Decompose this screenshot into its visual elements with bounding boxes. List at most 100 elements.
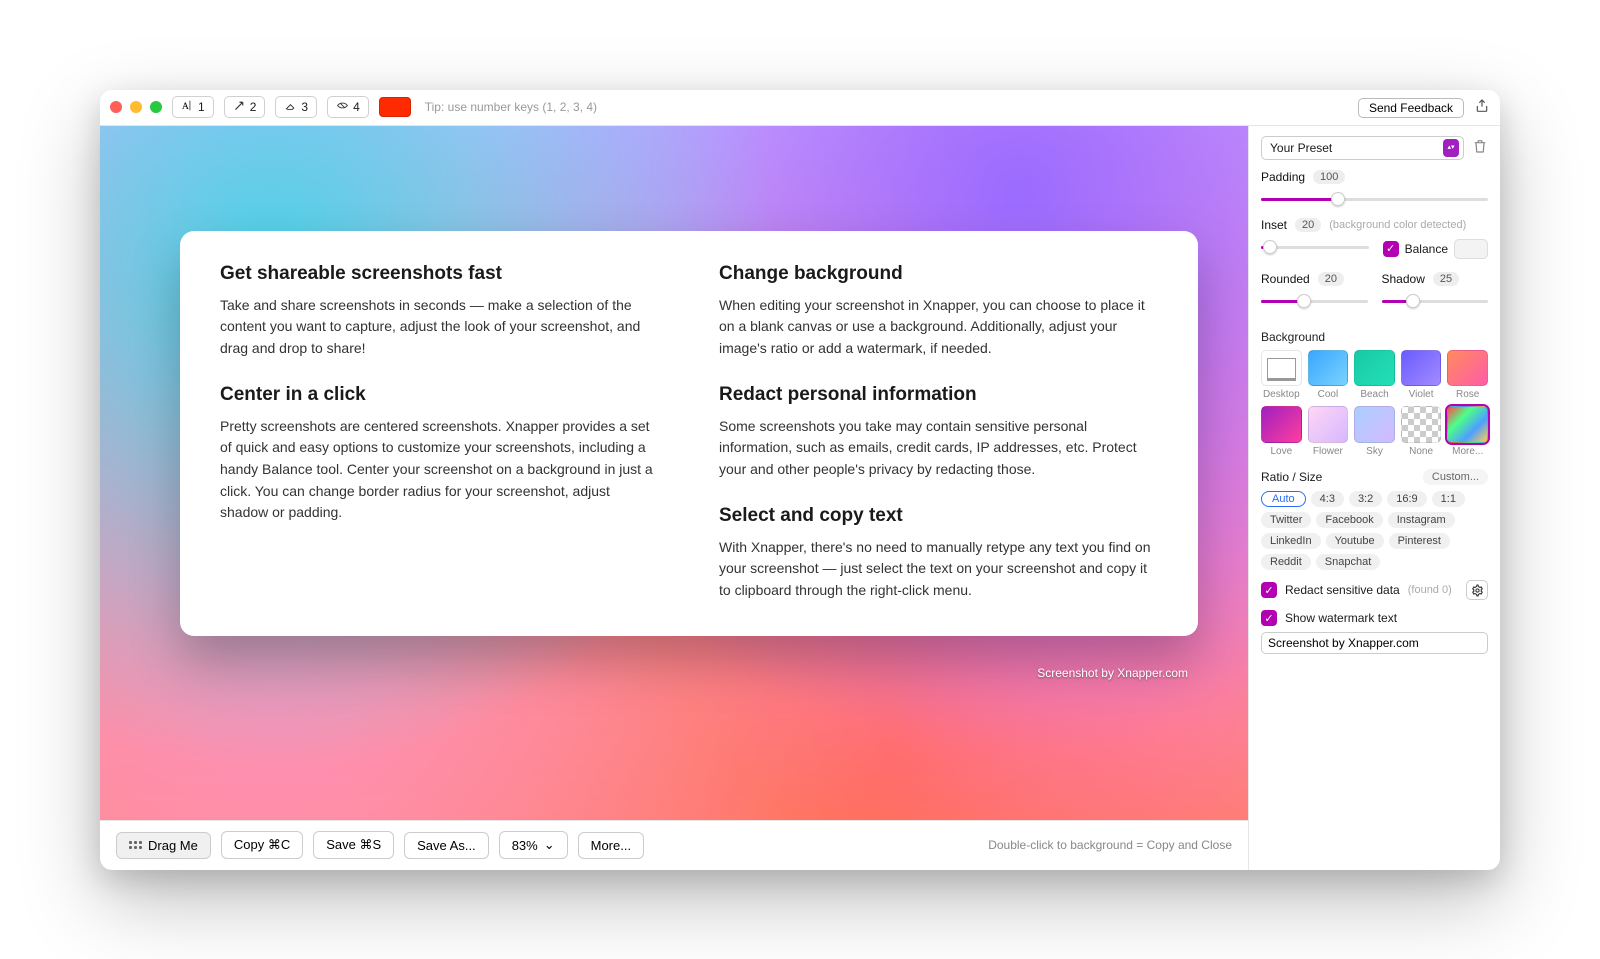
redact-tool-key: 4 [353,100,360,114]
preview-canvas[interactable]: Get shareable screenshots fast Take and … [100,126,1248,820]
send-feedback-button[interactable]: Send Feedback [1358,98,1464,118]
background-option-cool[interactable]: Cool [1308,350,1349,401]
block-title: Change background [719,263,1158,285]
balance-checkbox[interactable]: ✓ [1383,241,1399,257]
block-title: Redact personal information [719,384,1158,406]
block-title: Center in a click [220,384,659,406]
rounded-slider[interactable] [1261,292,1368,310]
watermark-input[interactable] [1261,632,1488,654]
shadow-label: Shadow [1382,272,1425,286]
background-swatch-label: None [1401,446,1442,457]
ratio-chip-43[interactable]: 4:3 [1311,491,1344,507]
redact-checkbox[interactable]: ✓ [1261,582,1277,598]
inset-label: Inset [1261,218,1287,232]
trash-icon[interactable] [1472,138,1488,157]
redact-tool-icon [336,99,349,115]
save-button[interactable]: Save ⌘S [313,831,394,859]
watermark-checkbox[interactable]: ✓ [1261,610,1277,626]
block-title: Get shareable screenshots fast [220,263,659,285]
save-as-button[interactable]: Save As... [404,832,489,859]
ratio-chip-169[interactable]: 16:9 [1387,491,1426,507]
background-swatch [1354,350,1395,387]
background-swatch-label: Cool [1308,389,1349,400]
ratio-chip-youtube[interactable]: Youtube [1326,533,1384,549]
minimize-window-button[interactable] [130,101,142,113]
ratio-chip-instagram[interactable]: Instagram [1388,512,1455,528]
text-tool-icon: A [181,99,194,115]
screenshot-card: Get shareable screenshots fast Take and … [180,231,1198,636]
ratio-chip-reddit[interactable]: Reddit [1261,554,1311,570]
padding-slider[interactable] [1261,190,1488,208]
zoom-dropdown[interactable]: 83% ⌄ [499,831,568,859]
ratio-chip-32[interactable]: 3:2 [1349,491,1382,507]
inset-value: 20 [1295,218,1321,232]
background-swatch-label: Desktop [1261,389,1302,400]
arrow-tool-icon [233,99,246,115]
background-swatch [1261,406,1302,443]
background-option-sky[interactable]: Sky [1354,406,1395,457]
inset-hint: (background color detected) [1329,219,1466,231]
erase-tool[interactable]: 3 [275,96,317,118]
more-button[interactable]: More... [578,832,644,859]
redact-settings-button[interactable] [1466,580,1488,600]
text-tool[interactable]: A 1 [172,96,214,118]
block-body: With Xnapper, there's no need to manuall… [719,537,1158,602]
background-swatch-label: Love [1261,446,1302,457]
padding-value: 100 [1313,170,1345,184]
titlebar: A 1 2 3 4 Tip: use number keys (1, 2, 3,… [100,90,1500,126]
redact-tool[interactable]: 4 [327,96,369,118]
background-swatch [1308,350,1349,387]
sidebar: Your Preset ▴▾ Padding 100 [1248,126,1500,870]
background-swatch [1308,406,1349,443]
balance-color-picker[interactable] [1454,239,1488,259]
ratio-chip-auto[interactable]: Auto [1261,491,1306,507]
ratio-custom-chip[interactable]: Custom... [1423,469,1488,485]
background-option-desktop[interactable]: Desktop [1261,350,1302,401]
ratio-chip-linkedin[interactable]: LinkedIn [1261,533,1321,549]
footer-bar: Drag Me Copy ⌘C Save ⌘S Save As... 83% ⌄… [100,820,1248,870]
watermark-label: Show watermark text [1285,611,1397,625]
ratio-chip-pinterest[interactable]: Pinterest [1389,533,1450,549]
block-body: Some screenshots you take may contain se… [719,416,1158,481]
background-heading: Background [1261,330,1488,344]
preset-dropdown[interactable]: Your Preset ▴▾ [1261,136,1464,160]
close-window-button[interactable] [110,101,122,113]
background-swatch [1401,406,1442,443]
arrow-tool[interactable]: 2 [224,96,266,118]
background-option-violet[interactable]: Violet [1401,350,1442,401]
background-option-none[interactable]: None [1401,406,1442,457]
toolbar-tip: Tip: use number keys (1, 2, 3, 4) [425,100,597,114]
copy-button[interactable]: Copy ⌘C [221,831,303,859]
background-swatch-label: More... [1447,446,1488,457]
shadow-value: 25 [1433,272,1459,286]
erase-tool-icon [284,99,297,115]
ratio-chip-twitter[interactable]: Twitter [1261,512,1311,528]
drag-handle-icon [129,841,142,849]
ratio-label: Ratio / Size [1261,470,1322,484]
background-swatch-label: Sky [1354,446,1395,457]
background-swatch-label: Violet [1401,389,1442,400]
drag-me-button[interactable]: Drag Me [116,832,211,859]
block-body: When editing your screenshot in Xnapper,… [719,295,1158,360]
block-body: Pretty screenshots are centered screensh… [220,416,659,524]
block-body: Take and share screenshots in seconds — … [220,295,659,360]
share-icon[interactable] [1474,98,1490,117]
background-option-more[interactable]: More... [1447,406,1488,457]
background-swatch-label: Rose [1447,389,1488,400]
ratio-chip-11[interactable]: 1:1 [1432,491,1465,507]
ratio-chip-facebook[interactable]: Facebook [1316,512,1382,528]
background-option-rose[interactable]: Rose [1447,350,1488,401]
shadow-slider[interactable] [1382,292,1489,310]
stepper-icon: ▴▾ [1443,139,1459,157]
background-option-love[interactable]: Love [1261,406,1302,457]
inset-slider[interactable] [1261,238,1369,256]
text-tool-key: 1 [198,100,205,114]
background-option-beach[interactable]: Beach [1354,350,1395,401]
background-option-flower[interactable]: Flower [1308,406,1349,457]
color-swatch[interactable] [379,97,411,117]
ratio-chip-snapchat[interactable]: Snapchat [1316,554,1380,570]
zoom-window-button[interactable] [150,101,162,113]
padding-label: Padding [1261,170,1305,184]
window-controls [110,101,162,113]
svg-text:A: A [182,101,189,112]
